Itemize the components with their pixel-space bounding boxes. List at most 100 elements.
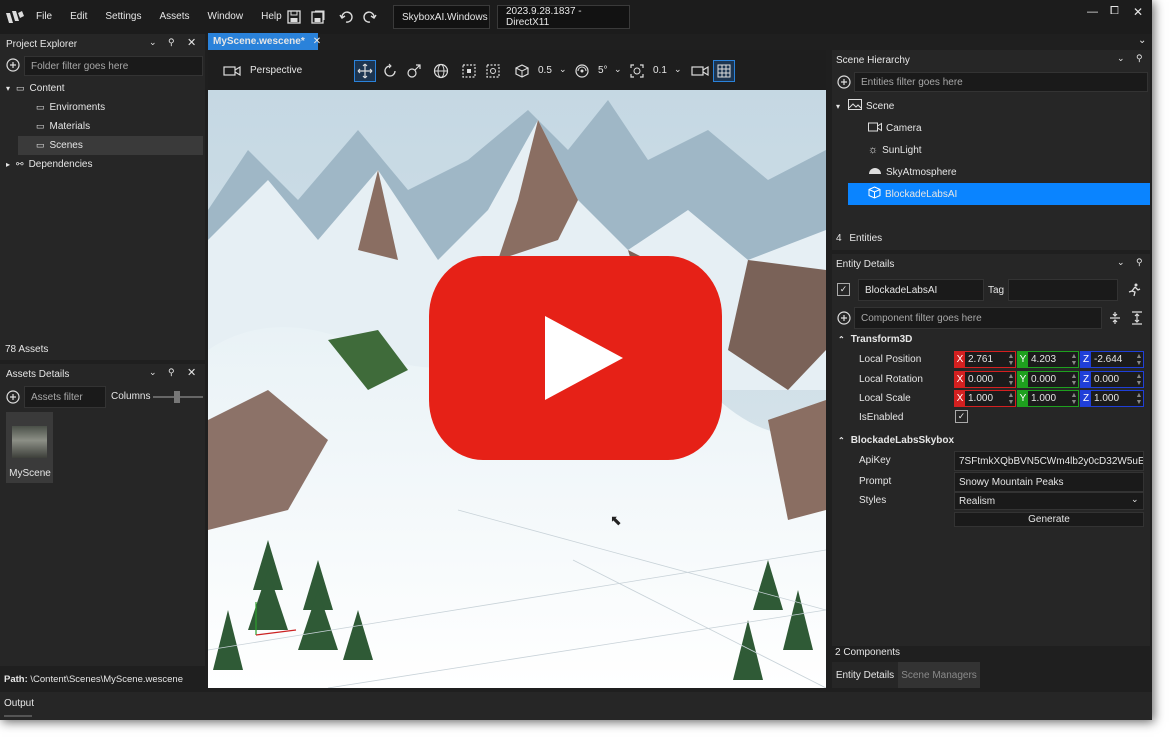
caret-down-icon[interactable]: ▾ (6, 84, 10, 93)
entity-sunlight[interactable]: ☼ SunLight (868, 142, 922, 158)
tab-myscene[interactable]: MyScene.wescene* ✕ (208, 33, 321, 50)
entity-blockadelabsai[interactable]: BlockadeLabsAI (848, 183, 1150, 205)
tree-item-content[interactable]: ▾ ▭ Content (0, 79, 203, 98)
camera-mode-label[interactable]: Perspective (250, 65, 302, 76)
rotate-tool-icon[interactable] (380, 60, 400, 82)
chevron-down-icon[interactable]: ⌄ (674, 64, 682, 75)
chevron-up-icon[interactable]: ⌃ (838, 436, 845, 445)
spinner-icon[interactable]: ▲ ▼ (1070, 373, 1078, 387)
youtube-play-icon[interactable] (429, 256, 722, 460)
rotation-x-field[interactable]: X 0.000 ▲ ▼ (954, 371, 1016, 388)
spinner-icon[interactable]: ▲ ▼ (1007, 373, 1015, 387)
spinner-icon[interactable]: ▲ ▼ (1007, 353, 1015, 367)
chevron-down-icon[interactable]: ⌄ (149, 37, 157, 48)
entity-enabled-checkbox[interactable]: ✓ (837, 283, 850, 296)
scale-z-field[interactable]: Z 1.000 ▲ ▼ (1080, 390, 1144, 407)
output-tab[interactable]: Output (4, 698, 34, 709)
scale-tool-icon[interactable] (404, 60, 424, 82)
chevron-up-icon[interactable]: ⌃ (838, 335, 845, 344)
rotation-y-field[interactable]: Y 0.000 ▲ ▼ (1017, 371, 1079, 388)
chevron-down-icon[interactable]: ⌄ (614, 64, 622, 75)
add-component-icon[interactable] (836, 310, 852, 326)
menu-window[interactable]: Window (208, 11, 244, 22)
position-x-field[interactable]: X 2.761 ▲ ▼ (954, 351, 1016, 368)
runner-icon[interactable] (1126, 282, 1142, 298)
spinner-icon[interactable]: ▲ ▼ (1135, 373, 1143, 387)
folder-filter-input[interactable]: Folder filter goes here (24, 56, 203, 76)
chevron-down-icon[interactable]: ⌄ (559, 64, 567, 75)
tree-item-materials[interactable]: ▭ Materials (0, 117, 203, 136)
maximize-button[interactable]: ⧠ (1110, 5, 1119, 18)
tree-item-scene[interactable]: ▾ Scene (836, 98, 894, 114)
field-value[interactable]: -2.644 (1091, 354, 1135, 365)
chevron-down-icon[interactable]: ⌄ (149, 367, 157, 378)
spinner-icon[interactable]: ▲ ▼ (1135, 353, 1143, 367)
field-value[interactable]: 0.000 (1091, 374, 1135, 385)
pin-icon[interactable]: ⚲ (168, 37, 175, 48)
field-value[interactable]: 4.203 (1028, 354, 1070, 365)
generate-button[interactable]: Generate (954, 512, 1144, 527)
blockadelabs-skybox-header[interactable]: ⌃ BlockadeLabsSkybox (838, 435, 954, 446)
collapse-all-icon[interactable] (1108, 310, 1122, 326)
globe-icon[interactable] (431, 60, 451, 82)
grid-toggle-icon[interactable] (713, 60, 735, 82)
field-value[interactable]: 0.000 (1028, 374, 1070, 385)
position-y-field[interactable]: Y 4.203 ▲ ▼ (1017, 351, 1079, 368)
entity-name-input[interactable]: BlockadeLabsAI (858, 279, 984, 301)
snap-scale-value[interactable]: 0.1 (653, 65, 667, 76)
menu-help[interactable]: Help (261, 11, 282, 22)
camera-settings-icon[interactable] (690, 60, 710, 82)
field-value[interactable]: 1.000 (1028, 393, 1070, 404)
spinner-icon[interactable]: ▲ ▼ (1135, 392, 1143, 406)
apikey-input[interactable]: 7SFtmkXQbBVN5CWm4lb2y0cD32W5uE31 (954, 451, 1144, 471)
styles-select[interactable]: Realism ⌄ (954, 492, 1144, 510)
close-tab-icon[interactable]: ✕ (313, 36, 321, 47)
component-filter-input[interactable]: Component filter goes here (854, 307, 1102, 329)
save-all-icon[interactable] (310, 9, 326, 25)
field-value[interactable]: 1.000 (1091, 393, 1135, 404)
prompt-input[interactable]: Snowy Mountain Peaks (954, 472, 1144, 492)
entity-camera[interactable]: Camera (868, 120, 922, 136)
camera-icon[interactable] (222, 60, 242, 82)
assets-filter-input[interactable]: Assets filter (24, 386, 106, 408)
field-value[interactable]: 0.000 (965, 374, 1007, 385)
snap-scale-icon[interactable] (627, 60, 647, 82)
caret-right-icon[interactable]: ▸ (6, 160, 10, 169)
undo-icon[interactable] (338, 9, 354, 25)
entity-skyatmosphere[interactable]: SkyAtmosphere (868, 164, 957, 180)
pin-icon[interactable]: ⚲ (1136, 257, 1143, 268)
tree-item-dependencies[interactable]: ▸ ⚯ Dependencies (0, 155, 203, 174)
menu-assets[interactable]: Assets (160, 11, 190, 22)
move-tool-icon[interactable] (354, 60, 376, 82)
add-folder-icon[interactable] (5, 57, 21, 73)
field-value[interactable]: 2.761 (965, 354, 1007, 365)
save-icon[interactable] (286, 9, 302, 25)
select-box-icon[interactable] (459, 60, 479, 82)
tree-item-enviroments[interactable]: ▭ Enviroments (0, 98, 203, 117)
tab-scene-managers[interactable]: Scene Managers (898, 662, 980, 688)
caret-down-icon[interactable]: ▾ (836, 102, 840, 111)
scale-y-field[interactable]: Y 1.000 ▲ ▼ (1017, 390, 1079, 407)
redo-icon[interactable] (362, 9, 378, 25)
expand-all-icon[interactable] (1130, 310, 1144, 326)
pin-icon[interactable]: ⚲ (168, 367, 175, 378)
snap-rotate-value[interactable]: 5° (598, 65, 608, 76)
menu-file[interactable]: File (36, 11, 52, 22)
rotation-z-field[interactable]: Z 0.000 ▲ ▼ (1080, 371, 1144, 388)
chevron-down-icon[interactable]: ⌄ (1131, 494, 1139, 505)
tag-input[interactable] (1008, 279, 1118, 301)
close-icon[interactable]: ✕ (187, 366, 196, 379)
tab-entity-details[interactable]: Entity Details (832, 662, 898, 688)
scale-x-field[interactable]: X 1.000 ▲ ▼ (954, 390, 1016, 407)
snap-rotate-icon[interactable] (572, 60, 592, 82)
snap-translate-value[interactable]: 0.5 (538, 65, 552, 76)
tree-item-scenes[interactable]: ▭ Scenes (18, 136, 203, 155)
build-target-pill[interactable]: SkyboxAI.Windows (393, 5, 490, 29)
transform3d-header[interactable]: ⌃ Transform3D (838, 334, 912, 345)
add-asset-icon[interactable] (5, 389, 21, 405)
chevron-down-icon[interactable]: ⌄ (1117, 257, 1125, 268)
spinner-icon[interactable]: ▲ ▼ (1070, 353, 1078, 367)
add-entity-icon[interactable] (836, 74, 852, 90)
is-enabled-checkbox[interactable]: ✓ (955, 410, 968, 423)
chevron-down-icon[interactable]: ⌄ (1138, 35, 1146, 46)
